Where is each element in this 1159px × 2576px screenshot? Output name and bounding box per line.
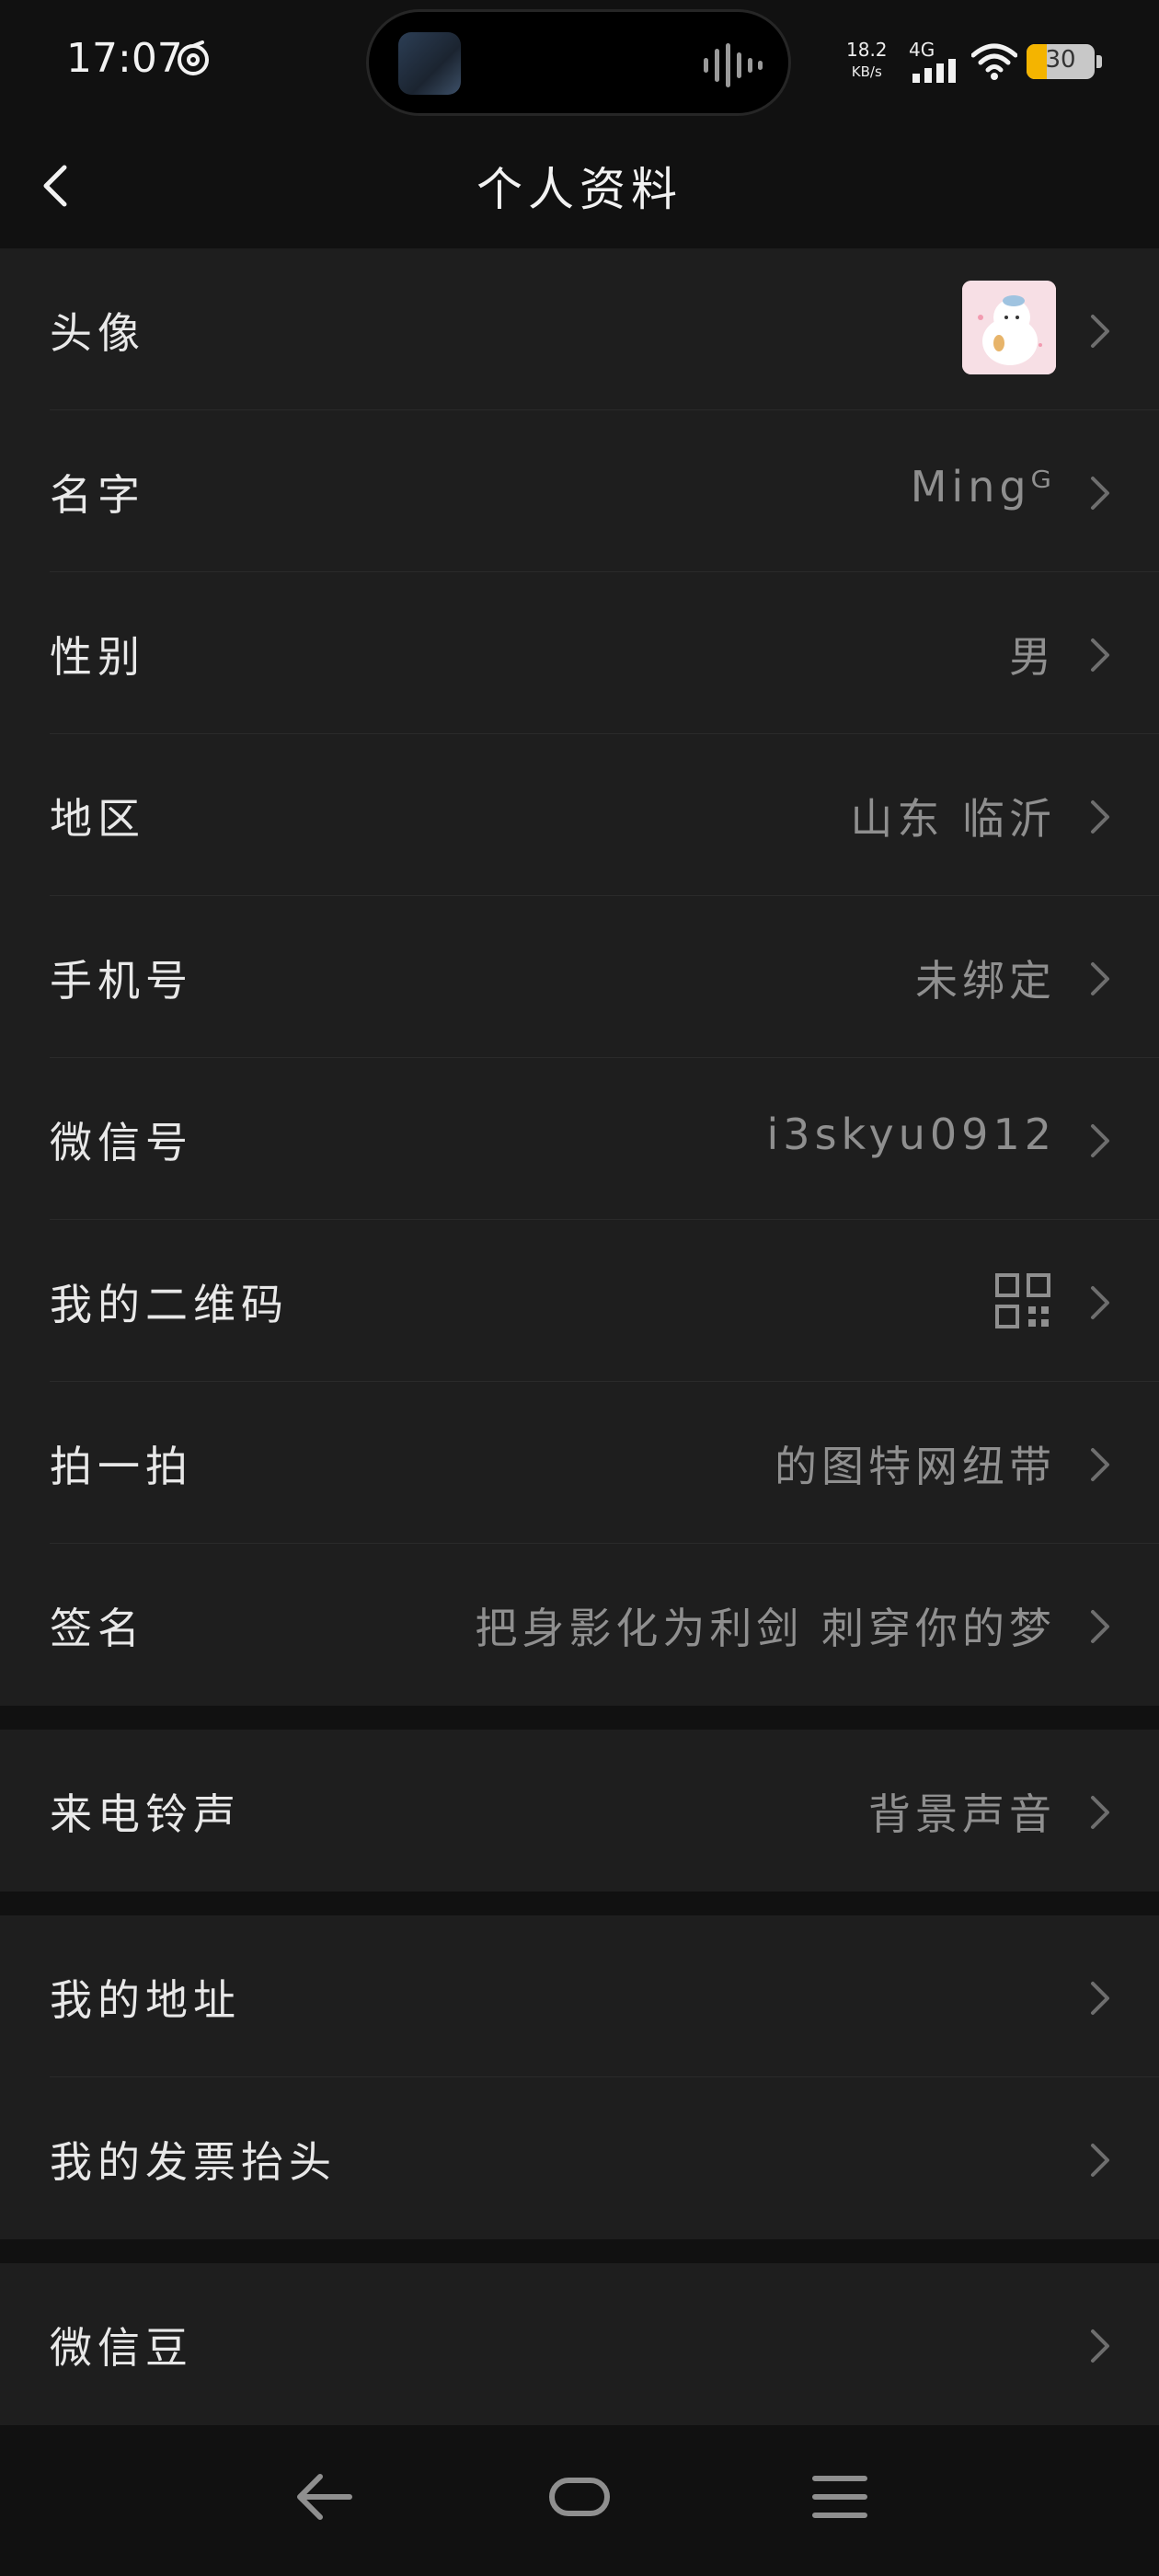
status-time: 17:07 xyxy=(66,35,183,82)
net-speed-unit: KB/s xyxy=(851,63,882,80)
system-nav-bar xyxy=(0,2425,1159,2576)
row-label: 手机号 xyxy=(50,956,193,1006)
row-label: 性别 xyxy=(50,632,145,682)
row-value: 的图特网纽带 xyxy=(775,1442,1056,1491)
net-speed: 18.2 KB/s xyxy=(846,39,888,83)
nav-menu-icon[interactable] xyxy=(809,2469,870,2524)
battery-tip xyxy=(1096,55,1102,68)
row-pat[interactable]: 拍一拍 的图特网纽带 xyxy=(0,1382,1159,1544)
row-label: 微信豆 xyxy=(50,2323,193,2373)
row-name[interactable]: 名字 Mingᴳ xyxy=(0,410,1159,572)
row-invoice-title[interactable]: 我的发票抬头 xyxy=(0,2077,1159,2239)
dynamic-island[interactable] xyxy=(366,9,791,116)
net-speed-value: 18.2 xyxy=(846,39,888,61)
avatar-image xyxy=(962,281,1056,374)
row-label: 地区 xyxy=(50,794,145,844)
row-label: 签名 xyxy=(50,1604,145,1653)
chevron-right-icon xyxy=(1091,315,1109,348)
row-label: 我的发票抬头 xyxy=(50,2137,337,2187)
voice-wave-icon xyxy=(704,43,763,87)
battery-percent: 30 xyxy=(1045,46,1076,74)
nav-home-icon[interactable] xyxy=(548,2471,611,2523)
row-value: 男 xyxy=(1009,632,1056,682)
chevron-right-icon xyxy=(1091,1448,1109,1481)
row-label: 来电铃声 xyxy=(50,1789,241,1839)
chevron-right-icon xyxy=(1091,2144,1109,2177)
wifi-icon xyxy=(971,43,1017,80)
chevron-right-icon xyxy=(1091,1796,1109,1829)
status-bar: 17:07 18.2 KB/s 4G 30 xyxy=(0,0,1159,129)
row-ringtone[interactable]: 来电铃声 背景声音 xyxy=(0,1730,1159,1892)
row-phone[interactable]: 手机号 未绑定 xyxy=(0,896,1159,1058)
address-group: 我的地址 我的发票抬头 xyxy=(0,1915,1159,2239)
page-title: 个人资料 xyxy=(476,163,683,216)
chevron-right-icon xyxy=(1091,477,1109,510)
row-label: 我的二维码 xyxy=(50,1280,289,1329)
chevron-right-icon xyxy=(1091,1124,1109,1157)
nav-back-icon[interactable] xyxy=(293,2469,357,2524)
row-region[interactable]: 地区 山东 临沂 xyxy=(0,734,1159,896)
row-label: 名字 xyxy=(50,470,145,520)
row-label: 拍一拍 xyxy=(50,1442,193,1491)
chevron-right-icon xyxy=(1091,800,1109,834)
ringtone-group: 来电铃声 背景声音 xyxy=(0,1730,1159,1892)
row-value: Mingᴳ xyxy=(910,462,1056,512)
avatar xyxy=(962,281,1056,374)
beans-group: 微信豆 xyxy=(0,2263,1159,2425)
signal-icon xyxy=(912,59,956,83)
qr-code-icon xyxy=(995,1273,1050,1328)
network-type: 4G xyxy=(909,39,935,61)
chevron-right-icon xyxy=(1091,2329,1109,2363)
row-gender[interactable]: 性别 男 xyxy=(0,572,1159,734)
row-value: i3skyu0912 xyxy=(766,1110,1056,1159)
row-value: 把身影化为利剑 刺穿你的梦 xyxy=(475,1604,1056,1653)
row-label: 微信号 xyxy=(50,1118,193,1167)
row-label: 我的地址 xyxy=(50,1975,241,2025)
battery-icon: 30 xyxy=(1027,44,1095,79)
row-value: 山东 临沂 xyxy=(850,794,1056,844)
timer-icon xyxy=(178,40,209,75)
row-value: 背景声音 xyxy=(868,1789,1056,1839)
row-wechat-beans[interactable]: 微信豆 xyxy=(0,2263,1159,2425)
row-wechat-id[interactable]: 微信号 i3skyu0912 xyxy=(0,1058,1159,1220)
row-value: 未绑定 xyxy=(915,956,1056,1006)
row-avatar[interactable]: 头像 xyxy=(0,248,1159,410)
chevron-right-icon xyxy=(1091,1982,1109,2015)
header-bar: 个人资料 xyxy=(0,129,1159,248)
row-label: 头像 xyxy=(50,308,145,358)
profile-group: 头像 名字 Mingᴳ 性别 男 地区 山东 临沂 手机号 未绑定 微信号 i3… xyxy=(0,248,1159,1706)
media-thumbnail xyxy=(398,32,461,95)
row-my-address[interactable]: 我的地址 xyxy=(0,1915,1159,2077)
row-signature[interactable]: 签名 把身影化为利剑 刺穿你的梦 xyxy=(0,1544,1159,1706)
chevron-right-icon xyxy=(1091,1286,1109,1319)
chevron-right-icon xyxy=(1091,638,1109,672)
chevron-right-icon xyxy=(1091,962,1109,995)
chevron-right-icon xyxy=(1091,1610,1109,1643)
row-qr-code[interactable]: 我的二维码 xyxy=(0,1220,1159,1382)
